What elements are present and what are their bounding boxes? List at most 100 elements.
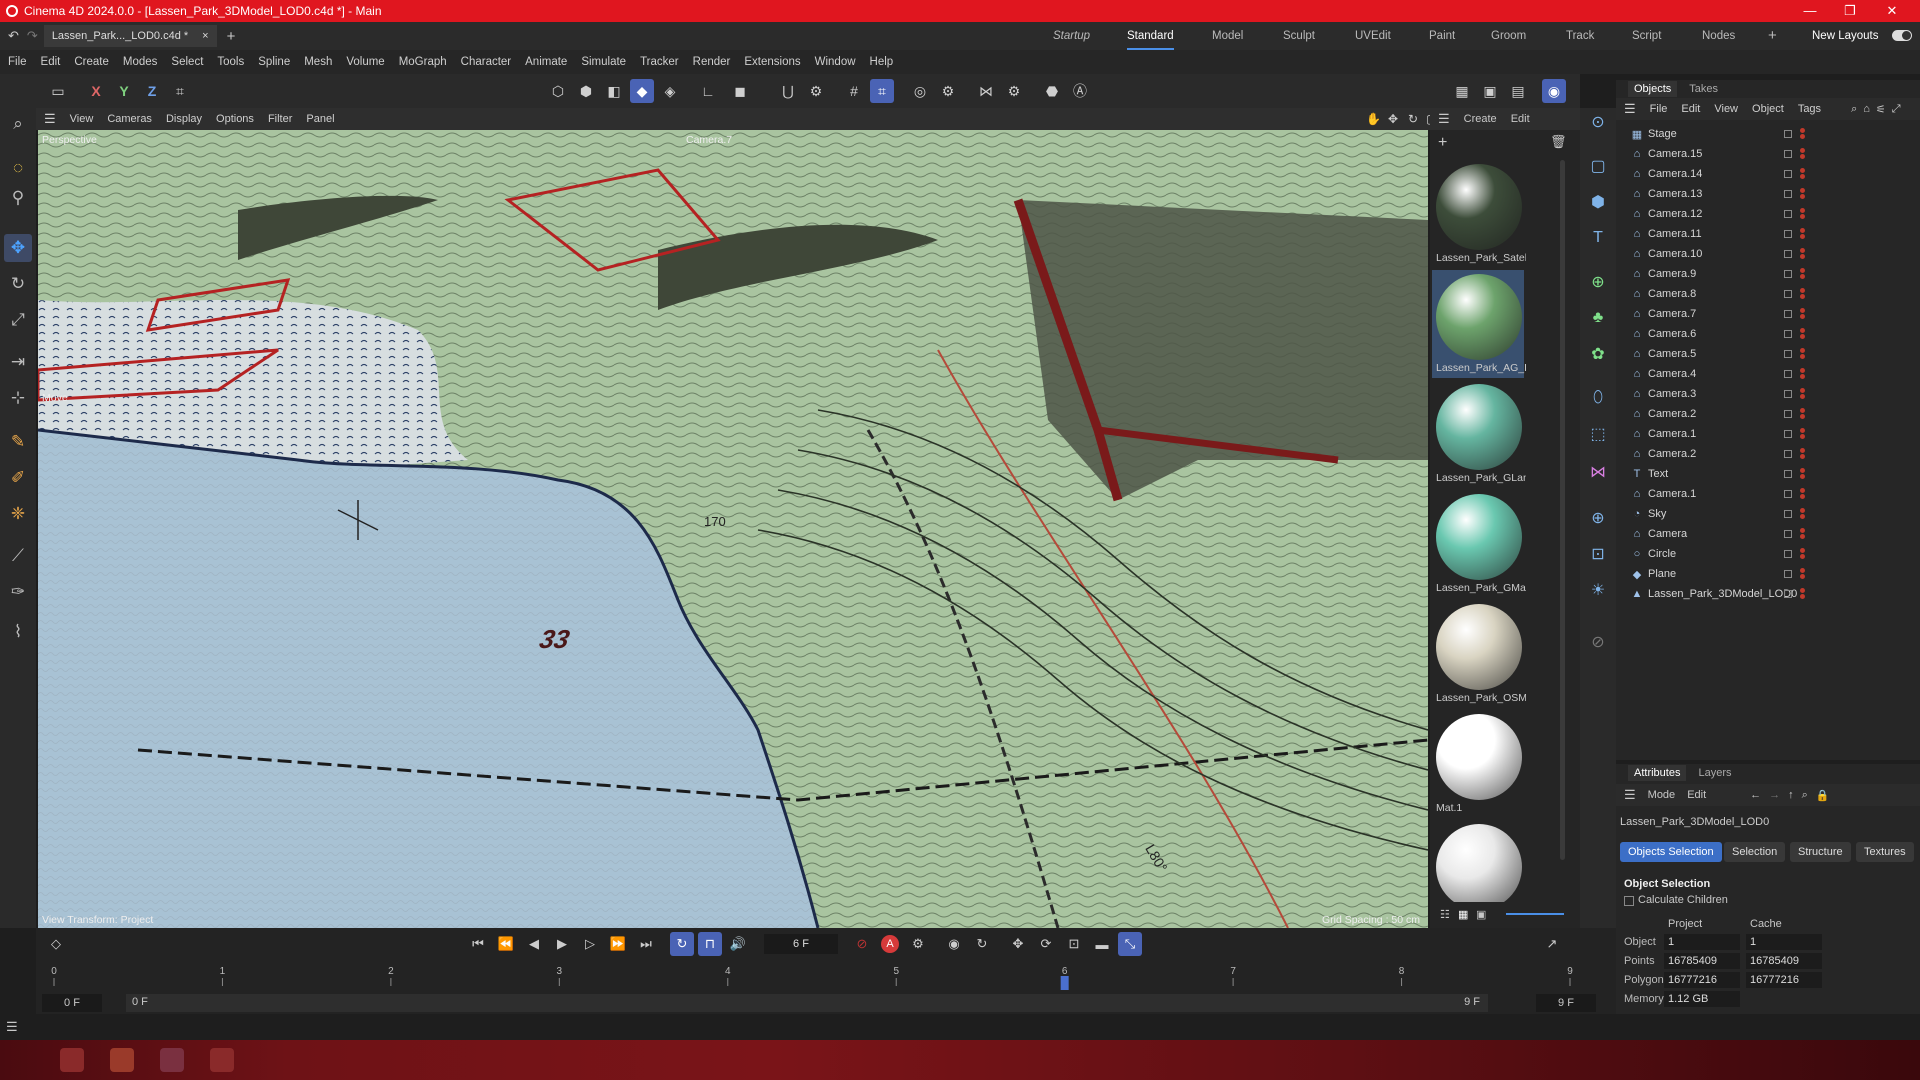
visibility-dots-icon[interactable] [1800, 167, 1808, 181]
attribute-forward-icon[interactable]: → [1769, 789, 1780, 801]
viewport-pan-icon[interactable]: ✋ [1366, 112, 1381, 126]
menu-mesh[interactable]: Mesh [304, 56, 332, 68]
visibility-dots-icon[interactable] [1800, 267, 1808, 281]
menu-create[interactable]: Create [74, 56, 109, 68]
material-item[interactable]: Lassen_Park_OSM [1432, 600, 1526, 708]
object-row[interactable]: ⌂ Camera.11 [1616, 224, 1920, 244]
object-row[interactable]: ⌂ Camera.10 [1616, 244, 1920, 264]
model-object-mode-icon[interactable]: ◆ [630, 79, 654, 103]
edges-mode-icon[interactable]: ⬢ [574, 79, 598, 103]
object-row[interactable]: ◔ Sky [1616, 504, 1920, 524]
points-mode-icon[interactable]: ⬡ [546, 79, 570, 103]
object-row[interactable]: ⌂ Camera.7 [1616, 304, 1920, 324]
visibility-dots-icon[interactable] [1800, 487, 1808, 501]
material-scrollbar[interactable] [1560, 160, 1565, 860]
layer-toggle-icon[interactable] [1784, 430, 1792, 438]
attribute-menu-edit[interactable]: Edit [1687, 789, 1706, 801]
visibility-dots-icon[interactable] [1800, 507, 1808, 521]
menu-tools[interactable]: Tools [217, 56, 244, 68]
previous-frame-icon[interactable]: ◀ [522, 932, 546, 956]
layout-uvedit[interactable]: UVEdit [1355, 22, 1391, 50]
layer-toggle-icon[interactable] [1784, 390, 1792, 398]
tag-icon[interactable]: ⊘ [1584, 628, 1612, 656]
text-create-icon[interactable]: T [1584, 224, 1612, 252]
attribute-up-icon[interactable]: ↑ [1788, 789, 1794, 801]
keyframe-settings-icon[interactable]: ⚙ [906, 932, 930, 956]
visibility-dots-icon[interactable] [1800, 527, 1808, 541]
volume-icon[interactable]: ⬚ [1584, 420, 1612, 448]
viewport-menu-view[interactable]: View [70, 113, 94, 125]
brush-tool-icon[interactable]: ⟋ [4, 542, 32, 570]
menu-mograph[interactable]: MoGraph [399, 56, 447, 68]
layer-toggle-icon[interactable] [1784, 230, 1792, 238]
sculpt-tool-icon[interactable]: ⌇ [4, 618, 32, 646]
object-menu-view[interactable]: View [1714, 103, 1738, 115]
lock-workplane-icon[interactable]: ⬣ [1040, 79, 1064, 103]
range-end-field[interactable]: 9 F [1536, 994, 1596, 1012]
visibility-dots-icon[interactable] [1800, 247, 1808, 261]
axis-mode-icon[interactable]: ∟ [696, 79, 720, 103]
maximize-button[interactable]: ❐ [1830, 0, 1870, 22]
layout-paint[interactable]: Paint [1429, 22, 1455, 50]
object-row[interactable]: ⌂ Camera.3 [1616, 384, 1920, 404]
interpolation-icon[interactable]: ⤡ [1118, 932, 1142, 956]
object-row[interactable]: ⌂ Camera.1 [1616, 484, 1920, 504]
go-to-start-icon[interactable]: ⏮ [466, 932, 490, 956]
transfer-tool-icon[interactable]: ⇥ [4, 348, 32, 376]
visibility-dots-icon[interactable] [1800, 367, 1808, 381]
layer-toggle-icon[interactable] [1784, 330, 1792, 338]
add-layout-button[interactable]: + [1768, 22, 1777, 50]
layer-toggle-icon[interactable] [1784, 130, 1792, 138]
enable-snap-icon[interactable]: ⋃ [776, 79, 800, 103]
layer-toggle-icon[interactable] [1784, 170, 1792, 178]
taskbar-app-icon[interactable] [210, 1048, 234, 1072]
previous-key-icon[interactable]: ⏪ [494, 932, 518, 956]
animation-mode-icon[interactable]: Ⓐ [1068, 79, 1092, 103]
viewport-menu-icon[interactable]: ☰ [44, 111, 56, 127]
object-row[interactable]: ⌂ Camera.5 [1616, 344, 1920, 364]
visibility-dots-icon[interactable] [1800, 387, 1808, 401]
textures-button[interactable]: Textures [1856, 842, 1914, 862]
polygons-mode-icon[interactable]: ◧ [602, 79, 626, 103]
uv-mode-icon[interactable]: ◈ [658, 79, 682, 103]
material-item[interactable]: Mat.1 [1432, 710, 1524, 818]
layer-toggle-icon[interactable] [1784, 530, 1792, 538]
3d-viewport[interactable]: Perspective Camera.7 Move 33 170 L80° Vi… [38, 130, 1428, 928]
visibility-dots-icon[interactable] [1800, 347, 1808, 361]
object-new-window-icon[interactable]: ⤢ [1892, 103, 1901, 116]
range-slider[interactable]: 0 F 9 F [126, 994, 1488, 1012]
camera-create-icon[interactable]: ⊙ [1584, 108, 1612, 136]
viewport-menu-options[interactable]: Options [216, 113, 254, 125]
render-picture-viewer-icon[interactable]: ▣ [1478, 79, 1502, 103]
x-axis-lock[interactable]: X [84, 79, 108, 103]
list-view-icon[interactable]: ☷ [1440, 908, 1450, 921]
go-to-end-icon[interactable]: ⏭ [634, 932, 658, 956]
layout-nodes[interactable]: Nodes [1702, 22, 1735, 50]
edit-render-settings-icon[interactable]: ▤ [1506, 79, 1530, 103]
solo-mode-icon[interactable]: ◼ [728, 79, 752, 103]
visibility-dots-icon[interactable] [1800, 127, 1808, 141]
structure-button[interactable]: Structure [1790, 842, 1851, 862]
material-menu-create[interactable]: Create [1464, 113, 1497, 125]
menu-simulate[interactable]: Simulate [581, 56, 626, 68]
symmetry-icon[interactable]: ⋈ [974, 79, 998, 103]
visibility-dots-icon[interactable] [1800, 327, 1808, 341]
object-row[interactable]: ⌂ Camera.8 [1616, 284, 1920, 304]
material-item[interactable]: Lassen_Park_GMa [1432, 490, 1526, 598]
object-row[interactable]: ⌂ Camera.1 [1616, 424, 1920, 444]
object-row[interactable]: ▦ Stage [1616, 124, 1920, 144]
visibility-dots-icon[interactable] [1800, 567, 1808, 581]
spline-sketch-icon[interactable]: ✐ [4, 464, 32, 492]
close-button[interactable]: ✕ [1872, 0, 1912, 22]
material-item[interactable] [1432, 820, 1524, 902]
menu-animate[interactable]: Animate [525, 56, 567, 68]
minimize-button[interactable]: — [1790, 0, 1830, 22]
new-layouts-label[interactable]: New Layouts [1812, 22, 1878, 50]
sound-icon[interactable]: 🔊 [726, 932, 750, 956]
quantize-icon[interactable]: ⌗ [870, 79, 894, 103]
light-icon[interactable]: ☀ [1584, 576, 1612, 604]
viewport-rotate-icon[interactable]: ↻ [1408, 112, 1418, 126]
object-menu-file[interactable]: File [1650, 103, 1668, 115]
viewport-move-icon[interactable]: ✥ [1388, 112, 1398, 126]
tab-objects[interactable]: Objects [1628, 81, 1678, 97]
